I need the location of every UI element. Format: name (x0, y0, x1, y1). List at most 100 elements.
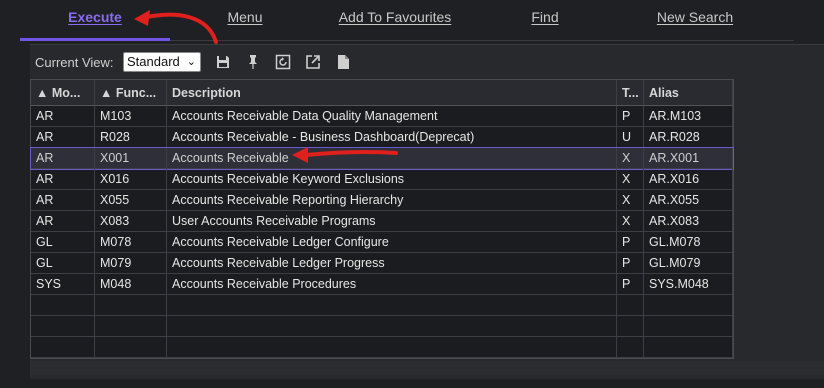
current-view-select[interactable]: Standard ⌄ (123, 52, 201, 72)
tab-menu-label: Menu (227, 9, 263, 25)
table-row[interactable]: GL M078 Accounts Receivable Ledger Configu… (31, 232, 733, 253)
cell-module: AR (31, 169, 95, 190)
cell-module: AR (31, 190, 95, 211)
cell-description: Accounts Receivable Data Quality Managem… (167, 106, 617, 127)
chevron-down-icon: ⌄ (186, 56, 196, 68)
cell-alias: AR.X001 (644, 148, 733, 169)
tab-divider (170, 40, 794, 41)
cell-function: X055 (95, 190, 167, 211)
empty-table-row[interactable] (31, 337, 733, 358)
cell-module: AR (31, 211, 95, 232)
cell-function (95, 316, 167, 337)
results-panel: Current View: Standard ⌄ ▲ Mo... ▲ Func.… (30, 44, 824, 379)
cell-function: M048 (95, 274, 167, 295)
table-row[interactable]: AR X001 Accounts Receivable X AR.X001 (30, 147, 734, 170)
table-row[interactable]: GL M079 Accounts Receivable Ledger Progres… (31, 253, 733, 274)
cell-description: Accounts Receivable Ledger Progress (167, 253, 617, 274)
horizontal-scrollbar[interactable] (30, 361, 824, 375)
cell-function: X001 (95, 148, 167, 169)
cell-module (31, 295, 95, 316)
current-view-label: Current View: (35, 55, 114, 70)
cell-description: User Accounts Receivable Programs (167, 211, 617, 232)
cell-alias: SYS.M048 (644, 274, 733, 295)
refresh-icon[interactable] (274, 53, 292, 71)
cell-type: P (617, 253, 644, 274)
table-row[interactable]: AR X055 Accounts Receivable Reporting Hier… (31, 190, 733, 211)
cell-type: P (617, 232, 644, 253)
column-header-type[interactable]: T... (617, 80, 644, 106)
cell-function: M078 (95, 232, 167, 253)
cell-function: R028 (95, 127, 167, 148)
cell-module (31, 337, 95, 358)
pin-icon[interactable] (244, 53, 262, 71)
cell-function (95, 337, 167, 358)
cell-module: SYS (31, 274, 95, 295)
table-row[interactable]: AR X083 User Accounts Receivable Programs X… (31, 211, 733, 232)
grid-header-row: ▲ Mo... ▲ Func... Description T... Alias (31, 80, 733, 106)
table-row[interactable]: AR X016 Accounts Receivable Keyword Exclus… (31, 169, 733, 190)
cell-type: U (617, 127, 644, 148)
tab-execute[interactable]: Execute (20, 0, 170, 34)
active-tab-indicator (20, 38, 170, 41)
empty-table-row[interactable] (31, 316, 733, 337)
cell-alias (644, 316, 733, 337)
cell-module (31, 316, 95, 337)
cell-type: X (617, 148, 644, 169)
cell-alias: GL.M079 (644, 253, 733, 274)
cell-description: Accounts Receivable - Business Dashboard… (167, 127, 617, 148)
tab-bar: Execute Menu Add To Favourites Find New … (0, 0, 824, 41)
cell-type: X (617, 190, 644, 211)
cell-module: AR (31, 127, 95, 148)
cell-type (617, 337, 644, 358)
cell-type: P (617, 274, 644, 295)
cell-alias: AR.X083 (644, 211, 733, 232)
cell-type: X (617, 169, 644, 190)
column-header-module[interactable]: ▲ Mo... (31, 80, 95, 106)
tab-add-to-favourites[interactable]: Add To Favourites (320, 0, 470, 34)
cell-module: AR (31, 148, 95, 169)
cell-description (167, 316, 617, 337)
toolbar: Current View: Standard ⌄ (30, 49, 824, 75)
save-icon[interactable] (214, 53, 232, 71)
cell-type: P (617, 106, 644, 127)
tab-menu[interactable]: Menu (170, 0, 320, 34)
cell-alias: AR.X055 (644, 190, 733, 211)
cell-description: Accounts Receivable Ledger Configure (167, 232, 617, 253)
cell-type: X (617, 211, 644, 232)
empty-table-row[interactable] (31, 295, 733, 316)
cell-alias (644, 337, 733, 358)
cell-function: M103 (95, 106, 167, 127)
cell-function (95, 295, 167, 316)
cell-description: Accounts Receivable Reporting Hierarchy (167, 190, 617, 211)
tab-new-search-label: New Search (656, 9, 734, 25)
column-header-function[interactable]: ▲ Func... (95, 80, 167, 106)
cell-module: AR (31, 106, 95, 127)
tab-new-search[interactable]: New Search (620, 0, 770, 34)
cell-type (617, 316, 644, 337)
cell-alias: AR.M103 (644, 106, 733, 127)
column-header-description[interactable]: Description (167, 80, 617, 106)
cell-module: GL (31, 232, 95, 253)
table-row[interactable]: AR M103 Accounts Receivable Data Quality M… (31, 106, 733, 127)
cell-module: GL (31, 253, 95, 274)
export-icon[interactable] (304, 53, 322, 71)
document-icon[interactable] (334, 53, 352, 71)
cell-description (167, 295, 617, 316)
table-row[interactable]: SYS M048 Accounts Receivable Procedures P SY… (31, 274, 733, 295)
cell-alias: AR.X016 (644, 169, 733, 190)
cell-function: M079 (95, 253, 167, 274)
column-header-alias[interactable]: Alias (644, 80, 733, 106)
cell-description: Accounts Receivable Keyword Exclusions (167, 169, 617, 190)
cell-function: X083 (95, 211, 167, 232)
table-row[interactable]: AR R028 Accounts Receivable - Business Das… (31, 127, 733, 148)
results-grid: ▲ Mo... ▲ Func... Description T... Alias… (30, 79, 734, 359)
cell-alias: AR.R028 (644, 127, 733, 148)
tab-find-label: Find (531, 9, 559, 25)
tab-find[interactable]: Find (470, 0, 620, 34)
cell-alias: GL.M078 (644, 232, 733, 253)
tab-execute-label: Execute (68, 9, 122, 25)
cell-description: Accounts Receivable (167, 148, 617, 169)
cell-type (617, 295, 644, 316)
cell-alias (644, 295, 733, 316)
tab-favourites-label: Add To Favourites (338, 9, 452, 25)
